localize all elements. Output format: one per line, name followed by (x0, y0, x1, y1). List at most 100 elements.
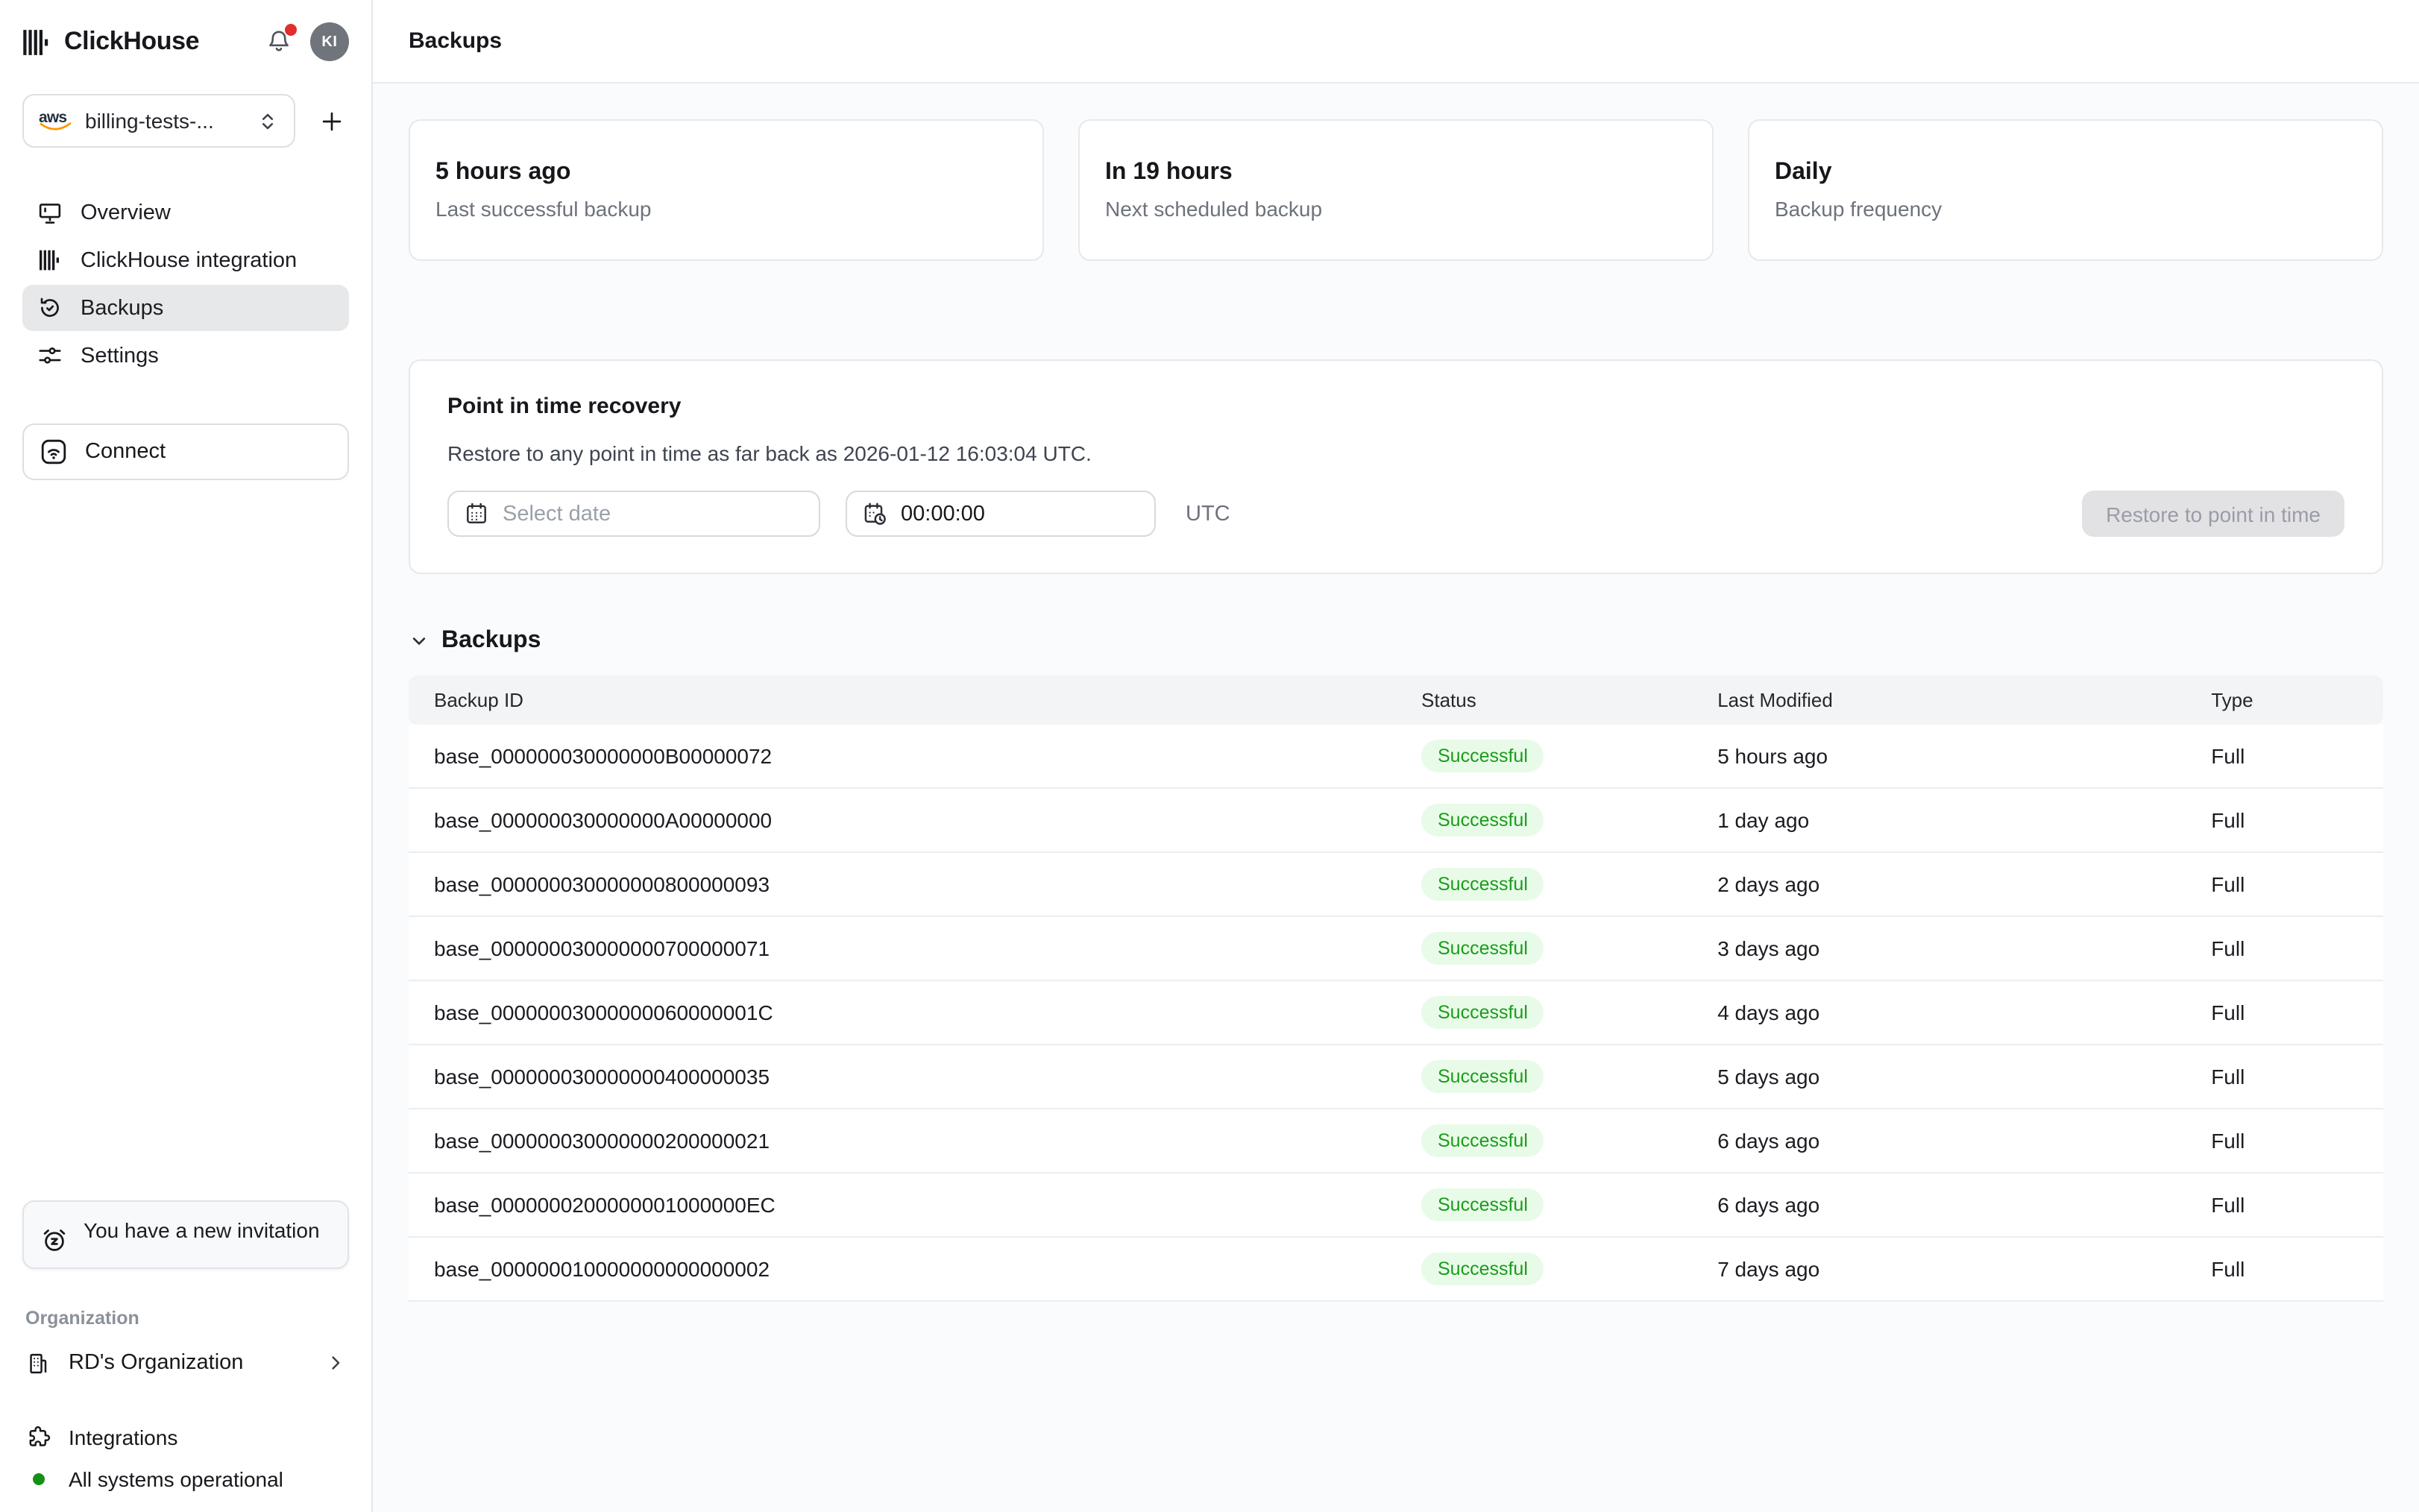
time-input[interactable]: 00:00:00 (846, 491, 1156, 537)
last-modified-cell: 2 days ago (1692, 853, 2186, 917)
service-selector[interactable]: aws billing-tests-... (22, 94, 295, 148)
app-root: ClickHouse KI aws (0, 0, 2419, 1512)
status-cell: Successful (1396, 1174, 1692, 1238)
table-row[interactable]: base_000000030000000800000093 Successful… (409, 853, 2383, 917)
last-modified-cell: 7 days ago (1692, 1238, 2186, 1302)
table-row[interactable]: base_000000030000000B00000072 Successful… (409, 725, 2383, 789)
avatar[interactable]: KI (310, 22, 349, 61)
connect-label: Connect (85, 440, 166, 464)
date-input[interactable]: Select date (447, 491, 820, 537)
backup-id-cell: base_000000030000000700000071 (409, 917, 1396, 981)
backup-id-cell: base_00000003000000060000001C (409, 981, 1396, 1045)
last-modified-cell: 5 days ago (1692, 1045, 2186, 1109)
last-modified-cell: 6 days ago (1692, 1174, 2186, 1238)
col-backup-id: Backup ID (409, 675, 1396, 725)
table-row[interactable]: base_000000030000000200000021 Successful… (409, 1109, 2383, 1174)
page-title: Backups (409, 28, 502, 54)
type-cell: Full (2186, 1109, 2383, 1174)
notifications-button[interactable] (262, 25, 295, 58)
backups-section: Backups Backup ID Status Last Modified T… (409, 628, 2383, 1302)
type-cell: Full (2186, 917, 2383, 981)
col-status: Status (1396, 675, 1692, 725)
backups-section-title: Backups (441, 628, 541, 655)
service-selector-row: aws billing-tests-... (22, 94, 349, 148)
time-value: 00:00:00 (901, 502, 985, 526)
card-title: In 19 hours (1105, 160, 1687, 186)
status-badge: Successful (1421, 868, 1544, 901)
card-backup-frequency: Daily Backup frequency (1748, 119, 2383, 261)
col-type: Type (2186, 675, 2383, 725)
table-row[interactable]: base_0000000200000001000000EC Successful… (409, 1174, 2383, 1238)
puzzle-icon (25, 1424, 51, 1449)
status-badge: Successful (1421, 1060, 1544, 1093)
status-cell: Successful (1396, 981, 1692, 1045)
backups-table: Backup ID Status Last Modified Type base… (409, 675, 2383, 1302)
type-cell: Full (2186, 853, 2383, 917)
aws-icon: aws (39, 110, 73, 132)
table-row[interactable]: base_00000003000000060000001C Successful… (409, 981, 2383, 1045)
system-status-link[interactable]: All systems operational (22, 1467, 349, 1491)
sidebar-item-overview[interactable]: Overview (22, 189, 349, 236)
status-badge: Successful (1421, 932, 1544, 965)
sidebar-item-label: Overview (81, 201, 171, 224)
status-badge: Successful (1421, 1253, 1544, 1285)
last-modified-cell: 4 days ago (1692, 981, 2186, 1045)
backup-id-cell: base_0000000200000001000000EC (409, 1174, 1396, 1238)
type-cell: Full (2186, 789, 2383, 853)
table-row[interactable]: base_000000030000000A00000000 Successful… (409, 789, 2383, 853)
add-service-button[interactable] (313, 103, 349, 139)
type-cell: Full (2186, 1174, 2383, 1238)
backup-id-cell: base_000000030000000A00000000 (409, 789, 1396, 853)
last-modified-cell: 6 days ago (1692, 1109, 2186, 1174)
backups-table-body: base_000000030000000B00000072 Successful… (409, 725, 2383, 1302)
type-cell: Full (2186, 981, 2383, 1045)
topbar-icons: KI (262, 22, 349, 61)
calendar-icon (464, 501, 489, 526)
table-row[interactable]: base_000000030000000700000071 Successful… (409, 917, 2383, 981)
table-row[interactable]: base_000000010000000000000002 Successful… (409, 1238, 2383, 1302)
backup-id-cell: base_000000030000000B00000072 (409, 725, 1396, 789)
status-cell: Successful (1396, 789, 1692, 853)
pitr-description: Restore to any point in time as far back… (447, 441, 2344, 465)
organization-row[interactable]: RD's Organization (22, 1338, 349, 1388)
main-area: Backups 5 hours ago Last successful back… (373, 0, 2419, 1512)
status-cell: Successful (1396, 1109, 1692, 1174)
backups-section-toggle[interactable]: Backups (409, 628, 2383, 655)
sidebar-item-settings[interactable]: Settings (22, 333, 349, 379)
sidebar-item-label: Settings (81, 344, 159, 368)
timezone-label: UTC (1186, 502, 1230, 526)
backup-id-cell: base_000000030000000800000093 (409, 853, 1396, 917)
status-badge: Successful (1421, 996, 1544, 1029)
clickhouse-bars-icon (37, 249, 63, 271)
sidebar-item-backups[interactable]: Backups (22, 285, 349, 331)
status-cell: Successful (1396, 1238, 1692, 1302)
backup-id-cell: base_000000030000000400000035 (409, 1045, 1396, 1109)
sidebar-item-clickhouse-integration[interactable]: ClickHouse integration (22, 237, 349, 283)
restore-button[interactable]: Restore to point in time (2082, 491, 2344, 537)
status-badge: Successful (1421, 1188, 1544, 1221)
col-last-modified: Last Modified (1692, 675, 2186, 725)
integrations-link[interactable]: Integrations (22, 1424, 349, 1449)
invitation-card[interactable]: You have a new invitation (22, 1200, 349, 1269)
status-badge: Successful (1421, 1124, 1544, 1157)
presentation-icon (37, 200, 63, 225)
status-cell: Successful (1396, 725, 1692, 789)
table-header: Backup ID Status Last Modified Type (409, 675, 2383, 725)
invitation-text: You have a new invitation (84, 1215, 320, 1247)
card-next-backup: In 19 hours Next scheduled backup (1078, 119, 1714, 261)
status-cell: Successful (1396, 917, 1692, 981)
chevron-right-icon (325, 1352, 346, 1373)
pitr-controls: Select date (447, 491, 2344, 537)
last-modified-cell: 1 day ago (1692, 789, 2186, 853)
clickhouse-home-link[interactable]: ClickHouse (22, 27, 199, 57)
pitr-title: Point in time recovery (447, 394, 2344, 419)
calendar-clock-icon (862, 501, 887, 526)
table-row[interactable]: base_000000030000000400000035 Successful… (409, 1045, 2383, 1109)
backup-id-cell: base_000000010000000000000002 (409, 1238, 1396, 1302)
status-ok-dot-icon (32, 1473, 44, 1485)
clickhouse-logo-icon (22, 28, 51, 56)
connect-button[interactable]: Connect (22, 423, 349, 480)
history-icon (37, 295, 63, 321)
card-subtitle: Next scheduled backup (1105, 197, 1687, 221)
backup-id-cell: base_000000030000000200000021 (409, 1109, 1396, 1174)
